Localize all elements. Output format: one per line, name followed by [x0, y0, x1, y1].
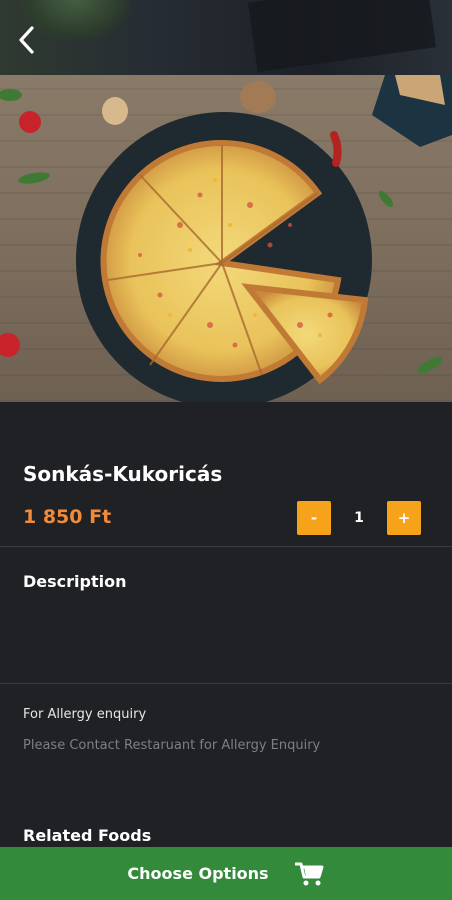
mushroom: [240, 81, 276, 113]
tomato: [0, 333, 20, 357]
related-foods-title: Related Foods: [23, 826, 152, 845]
product-image: [0, 75, 452, 402]
slate-decoration: [248, 0, 436, 73]
allergy-text: Please Contact Restaruant for Allergy En…: [23, 738, 321, 753]
divider: [0, 683, 452, 684]
choose-options-label: Choose Options: [127, 864, 269, 883]
divider: [0, 546, 452, 547]
mushroom: [102, 97, 128, 125]
back-button[interactable]: [12, 22, 42, 58]
chili: [330, 131, 342, 167]
food-name: Sonkás-Kukoricás: [23, 462, 223, 486]
choose-options-button[interactable]: Choose Options: [0, 847, 452, 900]
quantity-value: 1: [354, 510, 364, 526]
decrement-button[interactable]: -: [297, 501, 331, 535]
quantity-stepper: - 1 +: [297, 501, 421, 535]
top-bar: [0, 0, 452, 75]
description-title: Description: [23, 572, 127, 591]
shopping-cart-icon: [294, 861, 325, 887]
product-details: Sonkás-Kukoricás 1 850 Ft - 1 + Descript…: [0, 402, 452, 900]
increment-button[interactable]: +: [387, 501, 421, 535]
allergy-label: For Allergy enquiry: [23, 707, 147, 722]
chevron-left-icon: [19, 26, 34, 54]
food-price: 1 850 Ft: [23, 506, 112, 528]
tomato: [19, 111, 41, 133]
pizza-photo: [0, 75, 452, 402]
